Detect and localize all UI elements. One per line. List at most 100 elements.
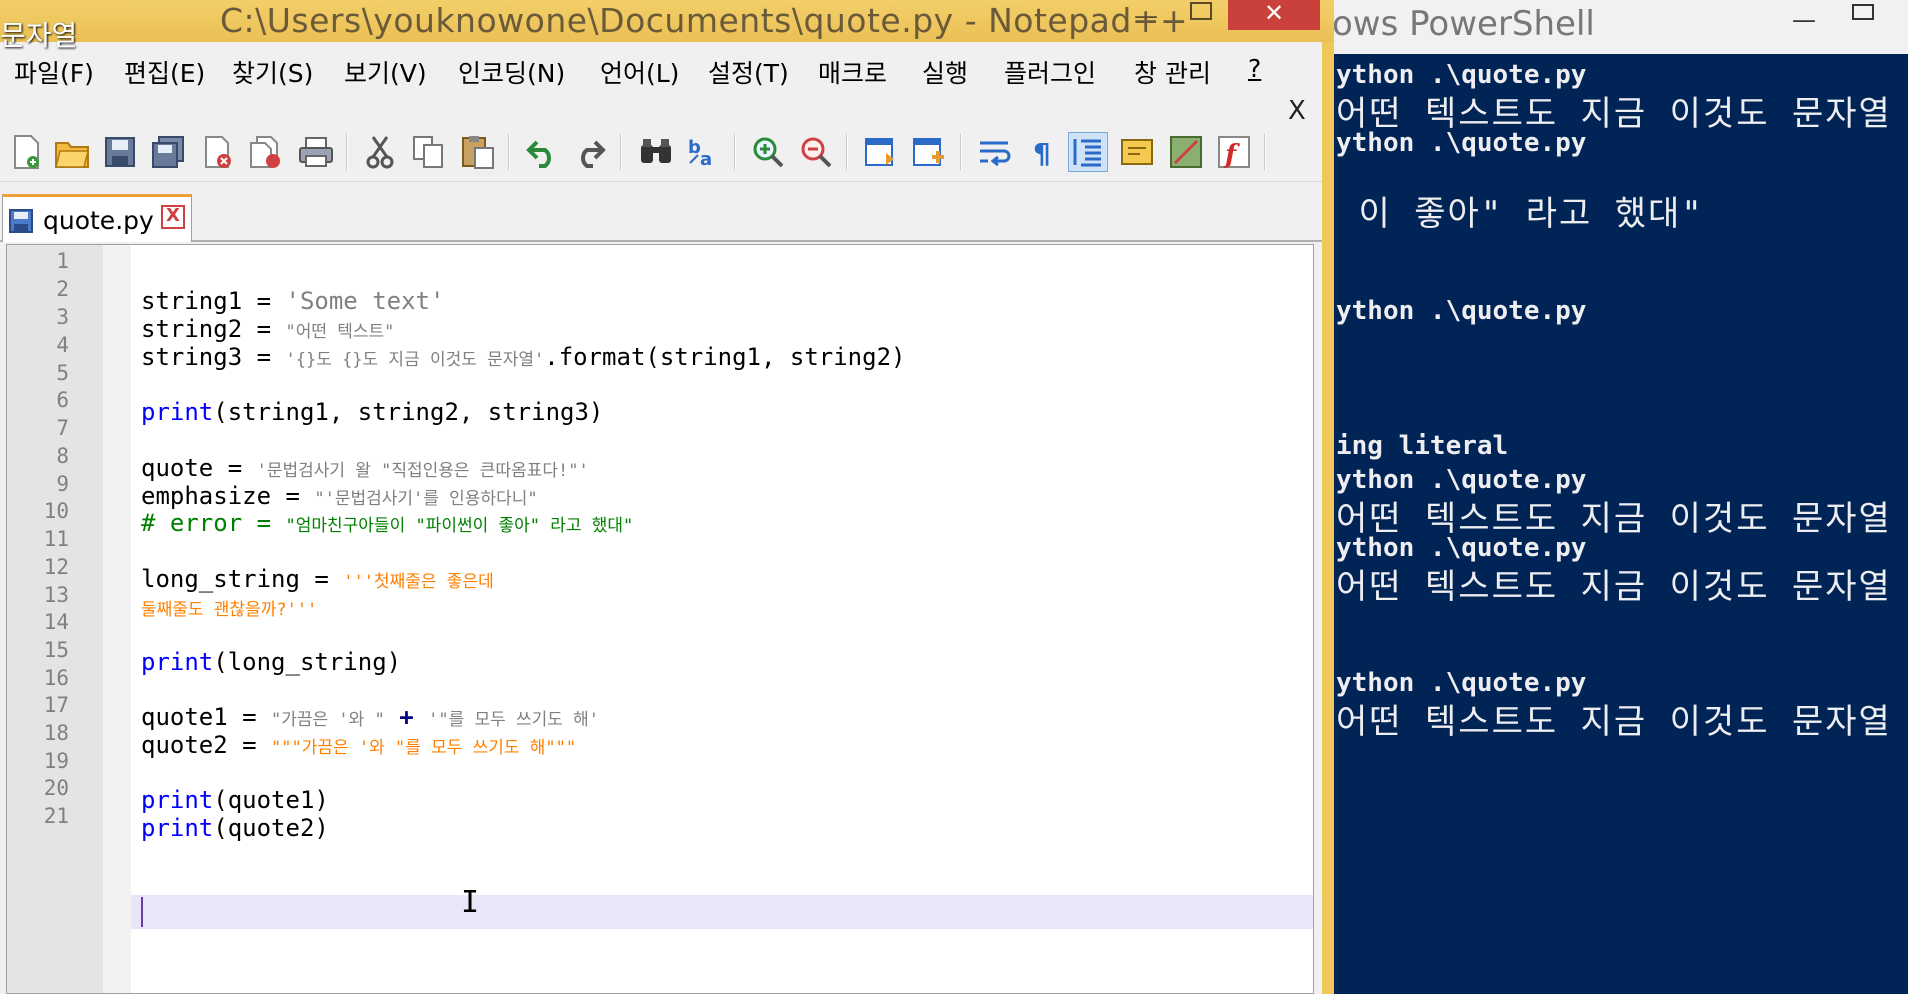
line-number: 6	[56, 388, 69, 412]
powershell-titlebar[interactable]: ows PowerShell —	[1320, 0, 1908, 54]
code-line: print(quote2)	[141, 814, 329, 842]
menu-view[interactable]: 보기(V)	[344, 54, 427, 90]
sync-vertical-icon[interactable]	[862, 132, 902, 172]
code-line: print(long_string)	[141, 648, 402, 676]
close-icon[interactable]	[198, 132, 238, 172]
maximize-button[interactable]	[1190, 2, 1212, 20]
line-number: 9	[56, 472, 69, 496]
toolbar-separator	[960, 134, 962, 170]
user-language-icon[interactable]	[1118, 132, 1158, 172]
code-line: print(string1, string2, string3)	[141, 398, 604, 426]
line-number: 2	[56, 277, 69, 301]
tab-close-button[interactable]: X	[161, 205, 185, 229]
powershell-console[interactable]: ython .\quote.py 어떤 텍스트도 지금 이것도 문자열 ytho…	[1336, 56, 1908, 994]
tab-quote-py[interactable]: quote.py X	[2, 194, 192, 242]
console-line: ython .\quote.py	[1336, 128, 1587, 158]
minimize-button[interactable]: —	[1792, 6, 1816, 34]
console-line: 어떤 텍스트도 지금 이것도 문자열	[1336, 94, 1892, 134]
undo-icon[interactable]	[522, 132, 562, 172]
line-number: 19	[43, 749, 69, 773]
menu-macro[interactable]: 매크로	[818, 54, 887, 90]
toolbar-separator	[734, 134, 736, 170]
menu-settings[interactable]: 설정(T)	[708, 54, 789, 90]
menu-bar: 파일(F) 편집(E) 찾기(S) 보기(V) 인코딩(N) 언어(L) 설정(…	[0, 42, 1322, 102]
document-map-icon[interactable]	[1166, 132, 1206, 172]
line-number: 18	[43, 721, 69, 745]
paste-icon[interactable]	[458, 132, 498, 172]
save-icon[interactable]	[100, 132, 140, 172]
print-icon[interactable]	[296, 132, 336, 172]
line-number: 3	[56, 305, 69, 329]
notepad-plus-plus-window: C:\Users\youknowone\Documents\quote.py -…	[0, 0, 1334, 994]
toolbar: ba ¶ f	[0, 120, 1322, 182]
line-number: 10	[43, 499, 69, 523]
menu-search[interactable]: 찾기(S)	[232, 54, 313, 90]
console-line: 어떤 텍스트도 지금 이것도 문자열	[1336, 702, 1892, 742]
function-list-icon[interactable]: f	[1214, 132, 1254, 172]
menu-window[interactable]: 창 관리	[1134, 54, 1211, 90]
redo-icon[interactable]	[570, 132, 610, 172]
zoom-out-icon[interactable]	[796, 132, 836, 172]
line-number: 16	[43, 666, 69, 690]
desktop-icon-label: 문자열	[0, 19, 78, 52]
console-line: 어떤 텍스트도 지금 이것도 문자열	[1336, 499, 1892, 539]
tab-label: quote.py	[43, 206, 154, 235]
toolbar-separator	[346, 134, 348, 170]
maximize-button[interactable]	[1852, 4, 1874, 20]
code-line: string3 = '{}도 {}도 지금 이것도 문자열'.format(st…	[141, 343, 906, 371]
line-number: 11	[43, 527, 69, 551]
powershell-title: ows PowerShell	[1332, 4, 1595, 44]
cut-icon[interactable]	[360, 132, 400, 172]
line-number: 21	[43, 804, 69, 828]
ibeam-cursor-icon: I	[461, 885, 480, 920]
menu-encoding[interactable]: 인코딩(N)	[458, 54, 565, 90]
indent-guide-icon[interactable]	[1068, 132, 1108, 172]
saved-file-icon	[9, 209, 33, 233]
find-icon[interactable]	[636, 132, 676, 172]
toolbar-separator	[1264, 134, 1266, 170]
line-number: 1	[56, 249, 69, 273]
show-all-characters-icon[interactable]: ¶	[1022, 132, 1062, 172]
svg-text:a: a	[700, 149, 712, 169]
console-line: ython .\quote.py	[1336, 296, 1587, 326]
code-line: quote2 = """가끔은 '와 "를 모두 쓰기도 해"""	[141, 731, 577, 759]
line-number: 15	[43, 638, 69, 662]
code-line: 둘째줄도 괜찮을까?'''	[141, 600, 318, 620]
close-all-icon[interactable]	[246, 132, 286, 172]
notepad-client-area: 파일(F) 편집(E) 찾기(S) 보기(V) 인코딩(N) 언어(L) 설정(…	[0, 42, 1322, 994]
console-line: 어떤 텍스트도 지금 이것도 문자열	[1336, 567, 1892, 607]
line-number: 20	[43, 776, 69, 800]
save-all-icon[interactable]	[148, 132, 188, 172]
menu-run[interactable]: 실행	[922, 54, 968, 90]
menu-help[interactable]: ?	[1248, 54, 1261, 83]
word-wrap-icon[interactable]	[976, 132, 1016, 172]
copy-icon[interactable]	[408, 132, 448, 172]
text-caret	[141, 897, 143, 927]
console-line: 이 좋아" 라고 했대"	[1336, 194, 1704, 234]
menu-file[interactable]: 파일(F)	[14, 54, 94, 90]
menu-edit[interactable]: 편집(E)	[124, 54, 205, 90]
svg-text:¶: ¶	[1033, 137, 1051, 169]
line-number: 13	[43, 583, 69, 607]
replace-icon[interactable]: ba	[684, 132, 724, 172]
zoom-in-icon[interactable]	[748, 132, 788, 172]
close-window-button[interactable]: ✕	[1228, 0, 1320, 30]
line-number: 14	[43, 610, 69, 634]
code-area[interactable]: string1 = 'Some text' string2 = "어떤 텍스트"…	[131, 245, 1313, 993]
menu-language[interactable]: 언어(L)	[600, 54, 679, 90]
code-line: # error = "엄마친구아들이 "파이썬이 좋아" 라고 했대"	[141, 509, 634, 537]
sync-horizontal-icon[interactable]	[910, 132, 950, 172]
notepad-titlebar[interactable]: C:\Users\youknowone\Documents\quote.py -…	[0, 0, 1334, 42]
fold-margin[interactable]	[103, 245, 131, 993]
window-title: C:\Users\youknowone\Documents\quote.py -…	[220, 1, 1189, 40]
open-file-icon[interactable]	[52, 132, 92, 172]
window-border[interactable]	[1322, 42, 1334, 994]
tab-bar: quote.py X	[0, 190, 1322, 242]
minimize-button[interactable]: —	[1134, 2, 1170, 30]
line-number: 5	[56, 361, 69, 385]
line-number: 8	[56, 444, 69, 468]
new-file-icon[interactable]	[6, 132, 46, 172]
current-line-highlight	[131, 895, 1313, 929]
menu-plugins[interactable]: 플러그인	[1004, 54, 1096, 90]
code-editor[interactable]: string1 = 'Some text' string2 = "어떤 텍스트"…	[6, 244, 1314, 994]
